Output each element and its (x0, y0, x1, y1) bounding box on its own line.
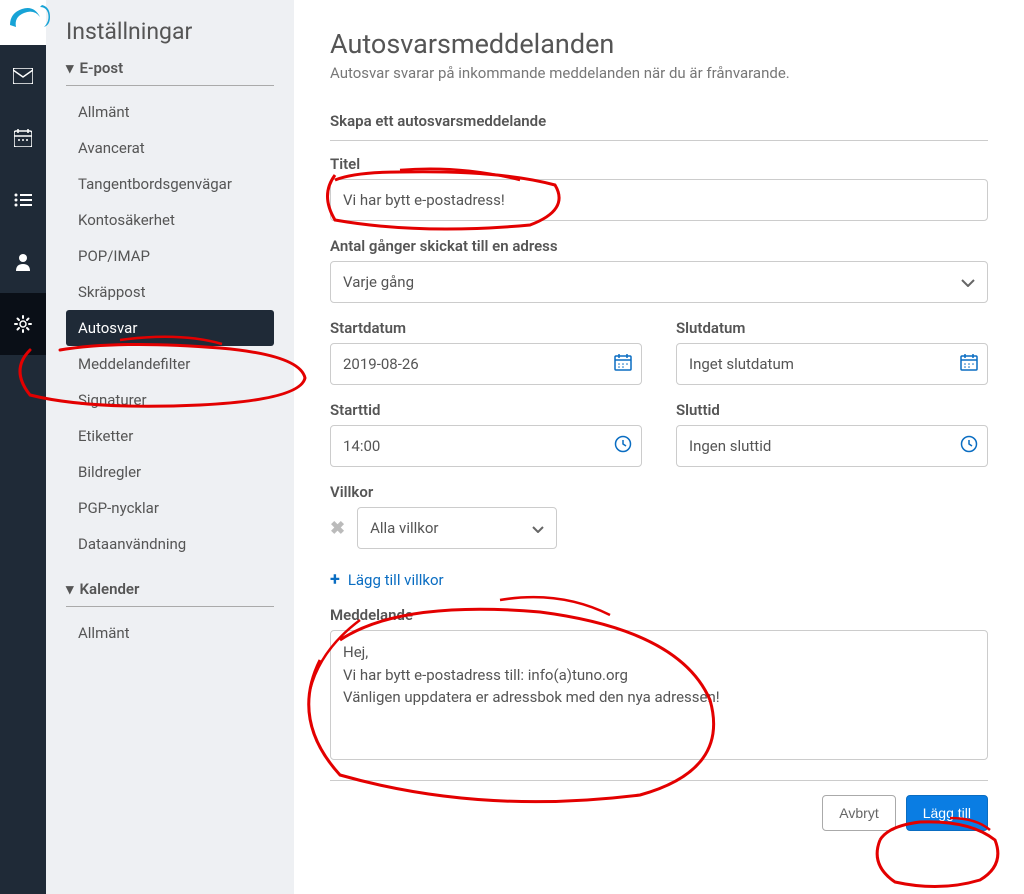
send-count-select[interactable]: Varje gång (330, 261, 988, 303)
category-epost[interactable]: ▾ E-post (66, 59, 274, 86)
category-kalender[interactable]: ▾ Kalender (66, 580, 274, 607)
telenor-logo (2, 0, 58, 47)
nav-kalender-allmant[interactable]: Allmänt (66, 615, 274, 651)
calendar-icon[interactable] (960, 353, 978, 375)
section-heading: Skapa ett autosvarsmeddelande (330, 112, 988, 141)
nav-tangentbord[interactable]: Tangentbordsgenvägar (66, 166, 274, 202)
title-input[interactable] (330, 179, 988, 221)
conditions-label: Villkor (330, 483, 988, 501)
nav-dataanvandning[interactable]: Dataanvändning (66, 526, 274, 562)
chevron-down-icon (961, 273, 975, 291)
sidebar-mail-icon[interactable] (0, 45, 46, 107)
end-date-input[interactable] (676, 343, 988, 385)
nav-allmant[interactable]: Allmänt (66, 94, 274, 130)
nav-etiketter[interactable]: Etiketter (66, 418, 274, 454)
sidebar-calendar-icon[interactable] (0, 107, 46, 169)
start-date-label: Startdatum (330, 319, 642, 337)
end-date-label: Slutdatum (676, 319, 988, 337)
nav-meddelandefilter[interactable]: Meddelandefilter (66, 346, 274, 382)
page-subtitle: Autosvar svarar på inkommande meddelande… (330, 64, 988, 82)
sidebar-list-icon[interactable] (0, 169, 46, 231)
main-content: Autosvarsmeddelanden Autosvar svarar på … (294, 0, 1024, 894)
start-time-input[interactable] (330, 425, 642, 467)
message-textarea[interactable] (330, 630, 988, 760)
chevron-down-icon (532, 519, 544, 537)
page-title: Autosvarsmeddelanden (330, 28, 988, 60)
nav-avancerat[interactable]: Avancerat (66, 130, 274, 166)
remove-condition-icon[interactable]: ✖ (330, 518, 345, 539)
clock-icon[interactable] (614, 435, 632, 457)
nav-autosvar[interactable]: Autosvar (66, 310, 274, 346)
end-time-input[interactable] (676, 425, 988, 467)
start-date-input[interactable] (330, 343, 642, 385)
title-label: Titel (330, 155, 988, 173)
start-time-label: Starttid (330, 401, 642, 419)
add-condition-link[interactable]: + Lägg till villkor (330, 569, 988, 590)
triangle-down-icon: ▾ (66, 59, 74, 77)
nav-pgp[interactable]: PGP-nycklar (66, 490, 274, 526)
nav-popimap[interactable]: POP/IMAP (66, 238, 274, 274)
nav-kontosakerhet[interactable]: Kontosäkerhet (66, 202, 274, 238)
calendar-icon[interactable] (614, 353, 632, 375)
sidebar-user-icon[interactable] (0, 231, 46, 293)
triangle-down-icon: ▾ (66, 580, 74, 598)
conditions-select[interactable]: Alla villkor (357, 507, 557, 549)
settings-title: Inställningar (66, 18, 274, 45)
nav-bildregler[interactable]: Bildregler (66, 454, 274, 490)
plus-icon: + (330, 569, 340, 590)
nav-skrappost[interactable]: Skräppost (66, 274, 274, 310)
message-label: Meddelande (330, 606, 988, 624)
sidebar-gear-icon[interactable] (0, 293, 46, 355)
submit-button[interactable]: Lägg till (906, 795, 988, 831)
end-time-label: Sluttid (676, 401, 988, 419)
send-count-label: Antal gånger skickat till en adress (330, 237, 988, 255)
icon-sidebar (0, 0, 46, 894)
clock-icon[interactable] (960, 435, 978, 457)
cancel-button[interactable]: Avbryt (822, 795, 895, 831)
nav-signaturer[interactable]: Signaturer (66, 382, 274, 418)
settings-sidebar: Inställningar ▾ E-post Allmänt Avancerat… (46, 0, 294, 894)
